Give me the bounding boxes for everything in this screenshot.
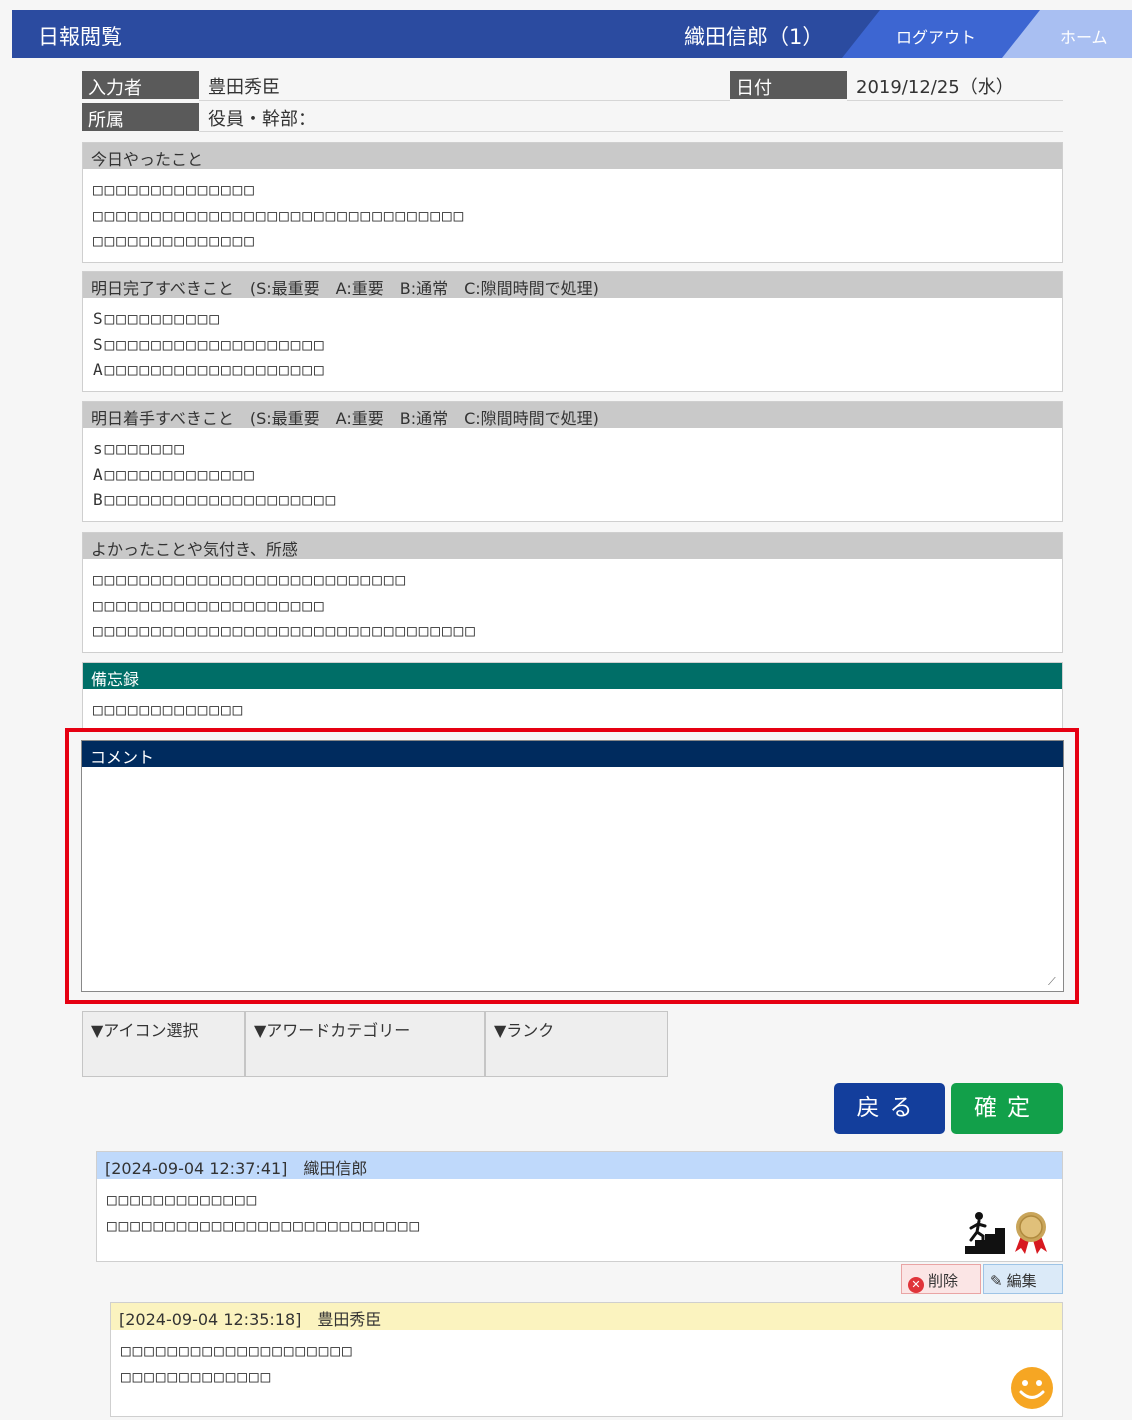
comment-body: □□□□□□□□□□□□□□□□□□□□ □□□□□□□□□□□□□ — [111, 1330, 1062, 1389]
divider — [847, 100, 1063, 101]
section-line: □□□□□□□□□□□□□□□□□□□□□□□□□□□□□□□□ — [93, 205, 466, 225]
section-line: B□□□□□□□□□□□□□□□□□□□□ — [93, 490, 338, 509]
comment-header: [2024-09-04 12:35:18] 豊田秀臣 — [111, 1303, 1062, 1330]
icon-select[interactable]: ▼アイコン選択 — [82, 1011, 245, 1077]
comment-line: □□□□□□□□□□□□□□□□□□□□□□□□□□□ — [107, 1215, 422, 1235]
affiliation-label: 所属 — [82, 103, 199, 131]
stairs-climber-icon — [965, 1212, 1005, 1254]
section-line: □□□□□□□□□□□□□□□□□□□□□□□□□□□□□□□□□ — [93, 621, 477, 640]
section-line: □□□□□□□□□□□□□□ — [93, 231, 256, 250]
section-title: 明日完了すべきこと (S:最重要 A:重要 B:通常 C:隙間時間で処理) — [83, 272, 1062, 298]
divider — [199, 131, 1063, 132]
section-title: よかったことや気付き、所感 — [83, 533, 1062, 559]
date-value: 2019/12/25（水） — [856, 77, 1014, 98]
date-label: 日付 — [730, 71, 847, 99]
section-body: S□□□□□□□□□□ S□□□□□□□□□□□□□□□□□□□ A□□□□□□… — [83, 298, 1062, 383]
resize-handle-icon[interactable]: ⟋ — [1048, 976, 1060, 988]
delete-icon: ✕ — [908, 1277, 924, 1293]
delete-button[interactable]: ✕ 削除 — [901, 1264, 981, 1294]
smiley-face-icon — [1011, 1367, 1053, 1409]
award-category-select[interactable]: ▼アワードカテゴリー — [245, 1011, 485, 1077]
rank-select[interactable]: ▼ランク — [485, 1011, 668, 1077]
edit-button[interactable]: ✎ 編集 — [983, 1264, 1063, 1294]
current-user: 織田信郎（1） — [684, 25, 824, 49]
section-line: □□□□□□□□□□□□□□□□□□□□ — [93, 595, 326, 615]
section-line: A□□□□□□□□□□□□□ — [93, 464, 256, 484]
page-title: 日報閲覧 — [38, 25, 122, 49]
section-line: □□□□□□□□□□□□□□ — [93, 180, 256, 199]
section-good-things: よかったことや気付き、所感 □□□□□□□□□□□□□□□□□□□□□□□□□□… — [82, 532, 1063, 653]
comment-body: □□□□□□□□□□□□□ □□□□□□□□□□□□□□□□□□□□□□□□□□… — [97, 1179, 1062, 1238]
logout-label: ログアウト — [896, 28, 977, 47]
section-body: □□□□□□□□□□□□□□ □□□□□□□□□□□□□□□□□□□□□□□□□… — [83, 169, 1062, 254]
section-body: □□□□□□□□□□□□□□□□□□□□□□□□□□□ □□□□□□□□□□□□… — [83, 559, 1062, 644]
section-line: □□□□□□□□□□□□□□□□□□□□□□□□□□□ — [93, 570, 408, 589]
section-title: 明日着手すべきこと (S:最重要 A:重要 B:通常 C:隙間時間で処理) — [83, 402, 1062, 428]
comment-line: □□□□□□□□□□□□□□□□□□□□ — [121, 1341, 354, 1360]
comment-line: □□□□□□□□□□□□□ — [121, 1366, 273, 1386]
section-line: □□□□□□□□□□□□□ — [93, 700, 245, 719]
comment-item: [2024-09-04 12:37:41] 織田信郎 □□□□□□□□□□□□□… — [96, 1151, 1063, 1262]
confirm-button[interactable]: 確定 — [951, 1083, 1063, 1134]
edit-label: 編集 — [1006, 1272, 1037, 1290]
section-today: 今日やったこと □□□□□□□□□□□□□□ □□□□□□□□□□□□□□□□□… — [82, 142, 1063, 263]
section-line: s□□□□□□□ — [93, 439, 187, 458]
comment-title: コメント — [82, 741, 1063, 767]
comment-textarea[interactable] — [82, 767, 1063, 991]
divider — [199, 100, 730, 101]
comment-header: [2024-09-04 12:37:41] 織田信郎 — [97, 1152, 1062, 1179]
section-body: s□□□□□□□ A□□□□□□□□□□□□□ B□□□□□□□□□□□□□□□… — [83, 428, 1062, 513]
section-title: 備忘録 — [83, 663, 1062, 689]
delete-label: 削除 — [928, 1272, 959, 1290]
medal-ribbon-icon — [1015, 1212, 1047, 1254]
comment-item: [2024-09-04 12:35:18] 豊田秀臣 □□□□□□□□□□□□□… — [110, 1302, 1063, 1417]
home-label: ホーム — [1060, 28, 1108, 47]
inputter-label: 入力者 — [82, 71, 199, 99]
inputter-value: 豊田秀臣 — [208, 77, 280, 98]
section-tomorrow-complete: 明日完了すべきこと (S:最重要 A:重要 B:通常 C:隙間時間で処理) S□… — [82, 271, 1063, 392]
section-line: S□□□□□□□□□□ — [93, 309, 221, 328]
pencil-icon: ✎ — [990, 1272, 1003, 1290]
comment-line: □□□□□□□□□□□□□ — [107, 1190, 259, 1209]
affiliation-value: 役員・幹部： — [208, 109, 316, 130]
back-button[interactable]: 戻る — [834, 1083, 945, 1134]
section-memo: 備忘録 □□□□□□□□□□□□□ — [82, 662, 1063, 732]
section-tomorrow-start: 明日着手すべきこと (S:最重要 A:重要 B:通常 C:隙間時間で処理) s□… — [82, 401, 1063, 522]
section-line: A□□□□□□□□□□□□□□□□□□□ — [93, 360, 326, 379]
app-header: 日報閲覧 織田信郎（1） ログアウト ホーム — [12, 10, 1132, 58]
comment-box: コメント ⟋ — [81, 740, 1064, 992]
section-body: □□□□□□□□□□□□□ — [83, 689, 1062, 723]
section-title: 今日やったこと — [83, 143, 1062, 169]
section-line: S□□□□□□□□□□□□□□□□□□□ — [93, 334, 326, 354]
